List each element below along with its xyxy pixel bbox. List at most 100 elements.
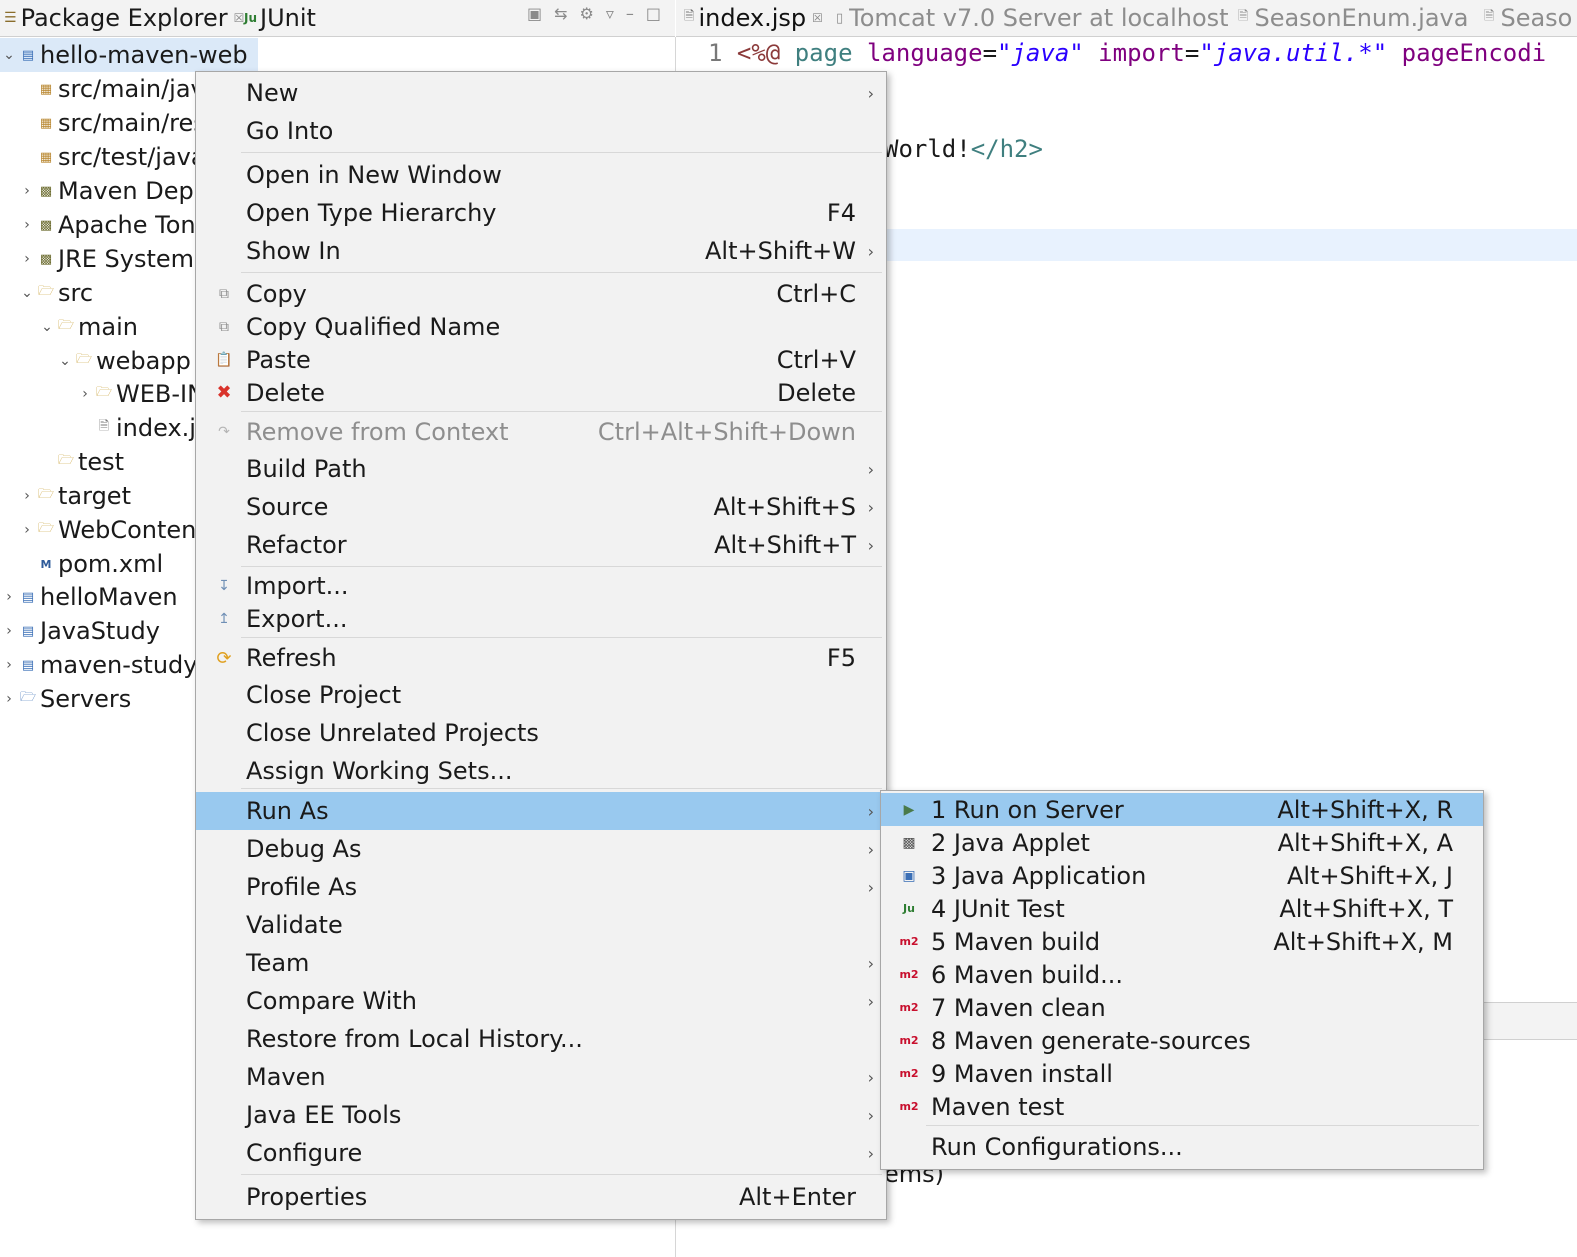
menu-item-label: 2 Java Applet — [931, 828, 1090, 857]
menu-item-go-into[interactable]: Go Into — [196, 112, 886, 150]
tree-item-pom-xml[interactable]: M pom.xml — [36, 547, 164, 581]
tree-item-src[interactable]: ⌄ 🗁 src — [18, 276, 93, 310]
menu-item-profile-as[interactable]: Profile As › — [196, 868, 886, 906]
menu-item-new[interactable]: New › — [196, 74, 886, 112]
expanded-chevron-icon[interactable]: ⌄ — [56, 353, 74, 369]
tree-item-label: maven-study — [40, 651, 198, 679]
run-as-submenu: ▶ 1 Run on Server Alt+Shift+X, R ▩ 2 Jav… — [880, 790, 1484, 1170]
menu-item-run-as[interactable]: Run As › — [196, 792, 886, 830]
tree-item-index-jsp[interactable]: 🗎 index.js — [94, 411, 209, 445]
minimize-icon[interactable]: – — [626, 4, 634, 23]
menu-item-label: Debug As — [246, 835, 362, 863]
maximize-icon[interactable]: □ — [646, 4, 661, 23]
menu-item-close-project[interactable]: Close Project — [196, 676, 886, 714]
menu-item-team[interactable]: Team › — [196, 944, 886, 982]
menu-item-open-type-hierarchy[interactable]: Open Type Hierarchy F4 — [196, 194, 886, 232]
tree-item-label: target — [58, 482, 131, 510]
link-with-editor-icon[interactable]: ⇆ — [554, 4, 567, 23]
collapsed-chevron-icon[interactable]: › — [18, 488, 36, 504]
tree-item-jre-system[interactable]: › ▩ JRE System — [18, 242, 194, 276]
collapsed-chevron-icon[interactable]: › — [18, 183, 36, 199]
tree-item-target[interactable]: › 🗁 target — [18, 479, 131, 513]
filter-icon[interactable]: ⚙ — [580, 4, 594, 23]
close-icon[interactable]: ☒ — [812, 11, 823, 25]
menu-item-properties[interactable]: Properties Alt+Enter — [196, 1178, 886, 1216]
submenu-item-run-configurations[interactable]: Run Configurations... — [881, 1129, 1483, 1165]
submenu-item-maven-build[interactable]: m2 5 Maven build Alt+Shift+X, M — [881, 925, 1483, 958]
collapsed-chevron-icon[interactable]: › — [76, 386, 94, 402]
menu-item-copy[interactable]: ⧉ Copy Ctrl+C — [196, 277, 886, 310]
tree-item-apache-tomcat[interactable]: › ▩ Apache Ton — [18, 208, 195, 242]
tab-index-jsp[interactable]: 🗎 index.jsp ☒ — [684, 0, 823, 36]
menu-item-refresh[interactable]: ⟳ Refresh F5 — [196, 640, 886, 676]
tree-item-web-inf[interactable]: › 🗁 WEB-IN — [76, 377, 205, 411]
tree-item-test[interactable]: 🗁 test — [56, 445, 124, 479]
menu-item-build-path[interactable]: Build Path › — [196, 450, 886, 488]
menu-item-configure[interactable]: Configure › — [196, 1134, 886, 1172]
collapsed-chevron-icon[interactable]: › — [18, 522, 36, 538]
menu-item-maven[interactable]: Maven › — [196, 1058, 886, 1096]
tree-item-src-main-java[interactable]: ▦ src/main/jav — [36, 72, 205, 106]
menu-item-compare-with[interactable]: Compare With › — [196, 982, 886, 1020]
submenu-item-maven-install[interactable]: m2 9 Maven install — [881, 1057, 1483, 1090]
tab-package-explorer[interactable]: ☰ Package Explorer ☒ — [4, 0, 244, 36]
submenu-item-maven-test[interactable]: m2 Maven test — [881, 1090, 1483, 1123]
close-icon[interactable]: ☒ — [234, 11, 245, 25]
menu-item-validate[interactable]: Validate — [196, 906, 886, 944]
menu-item-shortcut: Alt+Shift+X, A — [1277, 828, 1453, 857]
menu-item-java-ee-tools[interactable]: Java EE Tools › — [196, 1096, 886, 1134]
collapsed-chevron-icon[interactable]: › — [0, 691, 18, 707]
submenu-item-maven-generate-sources[interactable]: m2 8 Maven generate-sources — [881, 1024, 1483, 1057]
collapse-all-icon[interactable]: ▣ — [527, 4, 542, 23]
menu-item-label: Open in New Window — [246, 161, 502, 189]
tree-item-src-test-java[interactable]: ▦ src/test/java — [36, 140, 206, 174]
menu-item-copy-qualified-name[interactable]: ⧉ Copy Qualified Name — [196, 310, 886, 343]
menu-item-assign-working-sets[interactable]: Assign Working Sets... — [196, 752, 886, 790]
collapsed-chevron-icon[interactable]: › — [18, 217, 36, 233]
expanded-chevron-icon[interactable]: ⌄ — [18, 285, 36, 301]
tab-seasonenum-java[interactable]: 🗎 SeasonEnum.java — [1238, 0, 1468, 36]
tree-item-src-main-resources[interactable]: ▦ src/main/res — [36, 106, 206, 140]
code-line-3: World!</h2> — [884, 135, 1043, 163]
tab-tomcat-server[interactable]: ▯ Tomcat v7.0 Server at localhost — [836, 0, 1229, 36]
tree-item-webapp[interactable]: ⌄ 🗁 webapp — [56, 344, 191, 378]
tree-item-servers[interactable]: › 🗁 Servers — [0, 682, 131, 716]
collapsed-chevron-icon[interactable]: › — [18, 251, 36, 267]
view-menu-icon[interactable]: ▿ — [606, 4, 614, 23]
submenu-item-maven-clean[interactable]: m2 7 Maven clean — [881, 991, 1483, 1024]
submenu-item-java-application[interactable]: ▣ 3 Java Application Alt+Shift+X, J — [881, 859, 1483, 892]
menu-item-open-in-new-window[interactable]: Open in New Window — [196, 156, 886, 194]
collapsed-chevron-icon[interactable]: › — [0, 589, 18, 605]
collapsed-chevron-icon[interactable]: › — [0, 657, 18, 673]
folder-icon: 🗁 — [37, 521, 55, 536]
tree-item-hello-maven-web[interactable]: ⌄ ▤ hello-maven-web — [0, 38, 258, 72]
submenu-item-run-on-server[interactable]: ▶ 1 Run on Server Alt+Shift+X, R — [881, 793, 1483, 826]
tree-item-label: Servers — [40, 685, 132, 713]
submenu-item-maven-build-dialog[interactable]: m2 6 Maven build... — [881, 958, 1483, 991]
expanded-chevron-icon[interactable]: ⌄ — [0, 47, 18, 63]
menu-item-shortcut: Alt+Shift+X, R — [1277, 795, 1453, 824]
expanded-chevron-icon[interactable]: ⌄ — [38, 319, 56, 335]
menu-item-label: 8 Maven generate-sources — [931, 1026, 1251, 1055]
menu-item-debug-as[interactable]: Debug As › — [196, 830, 886, 868]
menu-item-delete[interactable]: ✖ Delete Delete — [196, 376, 886, 409]
menu-item-import[interactable]: ↧ Import... — [196, 569, 886, 602]
menu-item-close-unrelated-projects[interactable]: Close Unrelated Projects — [196, 714, 886, 752]
menu-item-show-in[interactable]: Show In Alt+Shift+W › — [196, 232, 886, 270]
tree-item-hellomaven[interactable]: › ▤ helloMaven — [0, 580, 177, 614]
tree-item-main[interactable]: ⌄ 🗁 main — [38, 310, 138, 344]
menu-item-refactor[interactable]: Refactor Alt+Shift+T › — [196, 526, 886, 564]
menu-item-export[interactable]: ↥ Export... — [196, 602, 886, 635]
menu-item-source[interactable]: Source Alt+Shift+S › — [196, 488, 886, 526]
menu-item-restore-from-local-history[interactable]: Restore from Local History... — [196, 1020, 886, 1058]
menu-item-paste[interactable]: 📋 Paste Ctrl+V — [196, 343, 886, 376]
tree-item-maven-dependencies[interactable]: › ▩ Maven Depe — [18, 174, 208, 208]
submenu-item-java-applet[interactable]: ▩ 2 Java Applet Alt+Shift+X, A — [881, 826, 1483, 859]
tree-item-maven-study[interactable]: › ▤ maven-study — [0, 648, 198, 682]
collapsed-chevron-icon[interactable]: › — [0, 623, 18, 639]
tab-junit[interactable]: Ju JUnit — [244, 0, 316, 36]
tree-item-javastudy[interactable]: › ▤ JavaStudy — [0, 614, 160, 648]
tree-item-webcontent[interactable]: › 🗁 WebConten — [18, 513, 196, 547]
submenu-item-junit-test[interactable]: Ju 4 JUnit Test Alt+Shift+X, T — [881, 892, 1483, 925]
tab-season[interactable]: 🗎 Seaso — [1484, 0, 1572, 36]
